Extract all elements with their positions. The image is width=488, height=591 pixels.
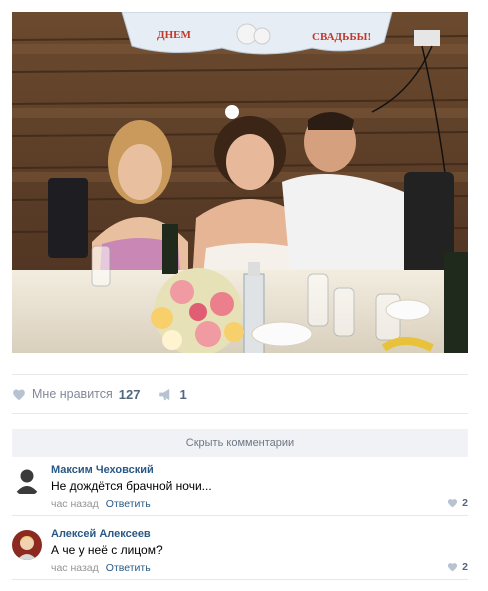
- comment-author[interactable]: Алексей Алексеев: [51, 528, 151, 540]
- reply-button[interactable]: Ответить: [106, 562, 151, 574]
- comment-like-button[interactable]: 2: [447, 561, 468, 573]
- photo-avatar[interactable]: [12, 530, 42, 560]
- comment-item: Максим Чеховский Не дождётся брачной ноч…: [12, 458, 468, 516]
- reply-button[interactable]: Ответить: [106, 498, 151, 510]
- share-count: 1: [179, 386, 187, 402]
- comment-like-count: 2: [462, 561, 468, 573]
- post-actions-bar: Мне нравится 127 1: [12, 374, 468, 414]
- default-avatar[interactable]: [12, 466, 42, 496]
- heart-icon: [447, 562, 458, 572]
- post-photo[interactable]: ДНЕМ СВАДЬБЫ!: [12, 12, 468, 353]
- banner-right-text: СВАДЬБЫ!: [312, 31, 371, 43]
- comment-text: А че у неё с лицом?: [51, 543, 163, 557]
- megaphone-icon: [158, 388, 173, 401]
- banner-left-text: ДНЕМ: [157, 29, 191, 41]
- comment-like-count: 2: [462, 497, 468, 509]
- like-button[interactable]: Мне нравится 127: [12, 382, 140, 406]
- heart-icon: [12, 388, 26, 401]
- share-button[interactable]: 1: [158, 386, 187, 402]
- hide-comments-button[interactable]: Скрыть комментарии: [12, 429, 468, 457]
- heart-icon: [447, 498, 458, 508]
- comment-text: Не дождётся брачной ночи...: [51, 479, 212, 493]
- comment-like-button[interactable]: 2: [447, 497, 468, 509]
- wall-post: ДНЕМ СВАДЬБЫ! Мне нравится 127 1 Скрыть …: [0, 0, 488, 591]
- comment-time[interactable]: час назад: [51, 498, 99, 510]
- wedding-photo-image: ДНЕМ СВАДЬБЫ!: [12, 12, 468, 353]
- comment-item: Алексей Алексеев А че у неё с лицом? час…: [12, 522, 468, 580]
- comment-meta: час назад Ответить: [51, 498, 151, 510]
- like-label: Мне нравится: [32, 387, 113, 401]
- comment-meta: час назад Ответить: [51, 562, 151, 574]
- comment-author[interactable]: Максим Чеховский: [51, 464, 154, 476]
- comment-time[interactable]: час назад: [51, 562, 99, 574]
- like-count: 127: [118, 386, 141, 402]
